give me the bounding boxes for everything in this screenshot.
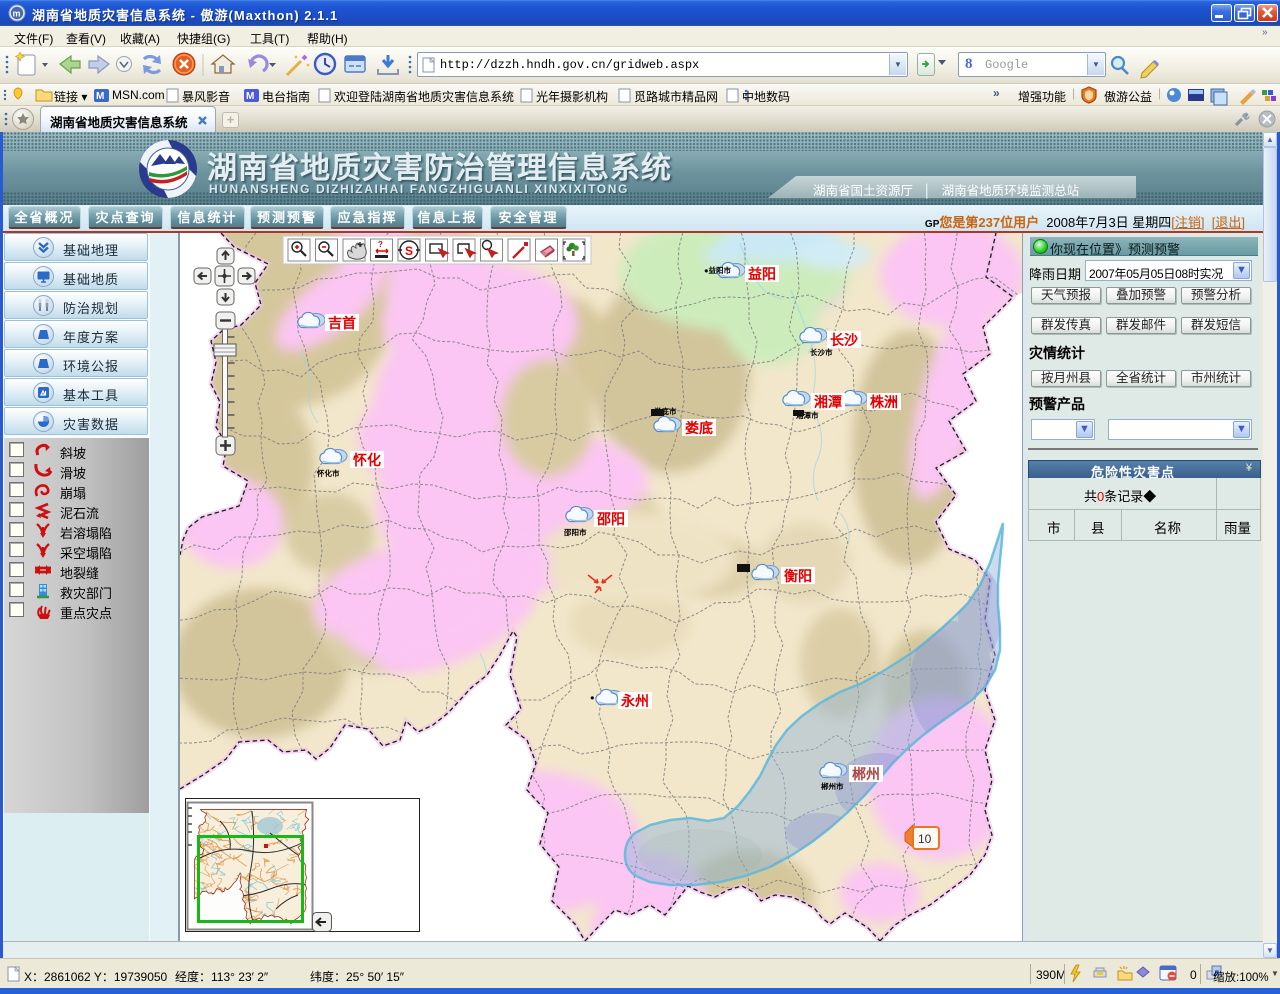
svg-text:10: 10 bbox=[918, 832, 932, 846]
svg-text:益阳: 益阳 bbox=[748, 266, 776, 282]
svg-text:邵阳市: 邵阳市 bbox=[563, 527, 587, 537]
svg-text:M: M bbox=[246, 91, 254, 102]
svg-text:●: ● bbox=[590, 693, 595, 702]
svg-text:m: m bbox=[13, 9, 21, 19]
svg-text:M: M bbox=[96, 91, 104, 102]
svg-text:邵阳: 邵阳 bbox=[596, 511, 625, 527]
svg-text:湘潭: 湘潭 bbox=[814, 394, 842, 410]
svg-text:吉首: 吉首 bbox=[328, 315, 356, 331]
svg-text:●益阳市: ●益阳市 bbox=[704, 265, 732, 275]
svg-text:长沙市: 长沙市 bbox=[810, 347, 833, 357]
svg-text:株洲: 株洲 bbox=[870, 394, 898, 410]
svg-text:长沙: 长沙 bbox=[830, 332, 858, 348]
svg-text:娄底: 娄底 bbox=[685, 420, 713, 436]
svg-text:怀化市: 怀化市 bbox=[317, 468, 340, 478]
svg-text:郴州: 郴州 bbox=[852, 766, 880, 782]
svg-text:S: S bbox=[405, 244, 413, 258]
svg-text:永州: 永州 bbox=[620, 693, 649, 709]
svg-text:衡阳: 衡阳 bbox=[784, 568, 812, 584]
svg-text:郴州市: 郴州市 bbox=[821, 781, 844, 791]
svg-text:?: ? bbox=[378, 240, 383, 249]
svg-text:怀化: 怀化 bbox=[353, 452, 381, 468]
